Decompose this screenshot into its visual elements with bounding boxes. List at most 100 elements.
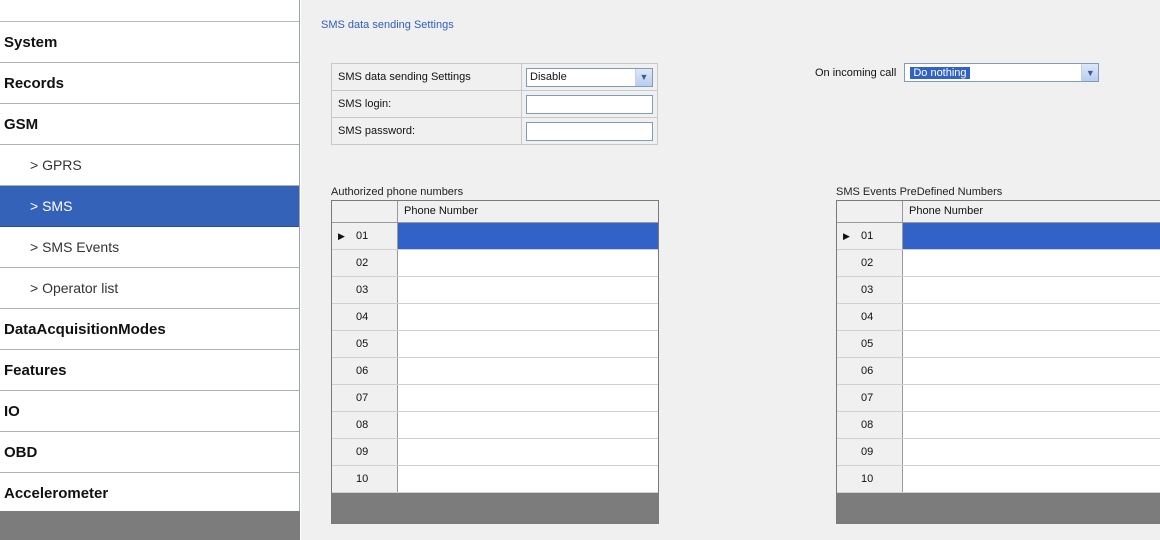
phone-number-cell[interactable] <box>903 331 1160 357</box>
row-header[interactable]: ▶ 01 <box>837 223 903 249</box>
row-header[interactable]: 07 <box>837 385 903 411</box>
table-row[interactable]: 03 <box>332 277 658 304</box>
row-header[interactable]: 06 <box>332 358 398 384</box>
phone-number-cell[interactable] <box>903 223 1160 249</box>
phone-number-cell[interactable] <box>398 277 658 303</box>
phone-number-cell[interactable] <box>903 412 1160 438</box>
phone-number-cell[interactable] <box>903 439 1160 465</box>
authorized-grid-title: Authorized phone numbers <box>331 186 464 198</box>
row-header[interactable]: 03 <box>837 277 903 303</box>
incoming-call-group: On incoming call Do nothing ▼ <box>815 63 1100 82</box>
row-header[interactable]: 09 <box>332 439 398 465</box>
sms-login-input[interactable] <box>526 94 653 114</box>
authorized-numbers-grid[interactable]: Phone Number ▶ 01 02 03 04 05 06 07 08 09 10 <box>331 200 659 524</box>
phone-number-cell[interactable] <box>903 358 1160 384</box>
sidebar-footer <box>0 511 300 540</box>
row-header[interactable]: 06 <box>837 358 903 384</box>
row-header[interactable]: 03 <box>332 277 398 303</box>
row-header[interactable]: 04 <box>332 304 398 330</box>
row-header[interactable]: 08 <box>332 412 398 438</box>
phone-number-cell[interactable] <box>903 466 1160 492</box>
predefined-numbers-grid[interactable]: Phone Number ▶ 01 02 03 04 05 06 07 08 09 10 <box>836 200 1160 524</box>
column-header-phone-number[interactable]: Phone Number <box>398 201 658 222</box>
row-number: 09 <box>861 446 874 458</box>
table-row[interactable]: 06 <box>332 358 658 385</box>
table-row[interactable]: 07 <box>332 385 658 412</box>
table-row[interactable]: 08 <box>837 412 1160 439</box>
phone-number-cell[interactable] <box>398 466 658 492</box>
sidebar-item-records[interactable]: Records <box>0 63 299 104</box>
sidebar-item-gsm[interactable]: GSM <box>0 104 299 145</box>
sidebar-item-data-acquisition-modes[interactable]: DataAcquisitionModes <box>0 309 299 350</box>
phone-number-cell[interactable] <box>398 412 658 438</box>
row-header[interactable]: ▶ 01 <box>332 223 398 249</box>
sidebar-item-gprs[interactable]: > GPRS <box>0 145 299 186</box>
table-row[interactable]: 06 <box>837 358 1160 385</box>
chevron-down-icon[interactable]: ▼ <box>635 68 652 86</box>
row-number: 07 <box>356 392 369 404</box>
chevron-down-icon[interactable]: ▼ <box>1081 64 1099 81</box>
row-header[interactable]: 04 <box>837 304 903 330</box>
phone-number-cell[interactable] <box>903 277 1160 303</box>
sidebar-item-obd[interactable]: OBD <box>0 432 299 473</box>
row-number: 05 <box>356 338 369 350</box>
sidebar-item-features[interactable]: Features <box>0 350 299 391</box>
data-sending-select[interactable]: Disable ▼ <box>526 67 653 87</box>
phone-number-cell[interactable] <box>398 385 658 411</box>
main-panel: SMS data sending Settings SMS data sendi… <box>301 0 1160 540</box>
grid-header: Phone Number <box>332 201 658 223</box>
row-header[interactable]: 08 <box>837 412 903 438</box>
sidebar-item-sms-events[interactable]: > SMS Events <box>0 227 299 268</box>
table-row[interactable]: 09 <box>332 439 658 466</box>
sidebar-item-system[interactable]: System <box>0 22 299 63</box>
sms-password-input[interactable] <box>526 121 653 141</box>
phone-number-cell[interactable] <box>398 331 658 357</box>
row-header[interactable]: 05 <box>332 331 398 357</box>
row-header[interactable]: 10 <box>332 466 398 492</box>
row-header[interactable]: 02 <box>332 250 398 276</box>
row-pointer-icon: ▶ <box>843 230 850 241</box>
table-row[interactable]: 09 <box>837 439 1160 466</box>
row-header[interactable]: 07 <box>332 385 398 411</box>
phone-number-cell[interactable] <box>398 250 658 276</box>
table-row[interactable]: 03 <box>837 277 1160 304</box>
table-row[interactable]: 05 <box>837 331 1160 358</box>
sidebar-item-accelerometer[interactable]: Accelerometer <box>0 473 299 514</box>
phone-number-cell[interactable] <box>903 250 1160 276</box>
phone-number-cell[interactable] <box>398 304 658 330</box>
row-header[interactable]: 09 <box>837 439 903 465</box>
grid-footer <box>837 493 1160 523</box>
data-sending-value: Disable <box>530 71 567 83</box>
incoming-call-value: Do nothing <box>910 66 970 79</box>
phone-number-cell[interactable] <box>903 385 1160 411</box>
sidebar-item-sms[interactable]: > SMS <box>0 186 299 227</box>
row-header[interactable]: 05 <box>837 331 903 357</box>
table-row[interactable]: 10 <box>332 466 658 493</box>
row-number: 03 <box>861 284 874 296</box>
login-label: SMS login: <box>331 90 522 118</box>
phone-number-cell[interactable] <box>398 439 658 465</box>
sidebar-item-operator-list[interactable]: > Operator list <box>0 268 299 309</box>
table-row[interactable]: 07 <box>837 385 1160 412</box>
password-label: SMS password: <box>331 117 522 145</box>
incoming-call-select[interactable]: Do nothing ▼ <box>904 63 1100 82</box>
column-header-phone-number[interactable]: Phone Number <box>903 201 1160 222</box>
table-row[interactable]: 10 <box>837 466 1160 493</box>
table-row[interactable]: 08 <box>332 412 658 439</box>
phone-number-cell[interactable] <box>398 358 658 384</box>
table-row[interactable]: 04 <box>837 304 1160 331</box>
row-header[interactable]: 10 <box>837 466 903 492</box>
sidebar-item-io[interactable]: IO <box>0 391 299 432</box>
phone-number-cell[interactable] <box>903 304 1160 330</box>
table-row[interactable]: 02 <box>837 250 1160 277</box>
predefined-grid-title: SMS Events PreDefined Numbers <box>836 186 1003 198</box>
row-number: 04 <box>861 311 874 323</box>
table-row[interactable]: ▶ 01 <box>332 223 658 250</box>
table-row[interactable]: 04 <box>332 304 658 331</box>
row-header[interactable]: 02 <box>837 250 903 276</box>
table-row[interactable]: 02 <box>332 250 658 277</box>
table-row[interactable]: 05 <box>332 331 658 358</box>
table-row[interactable]: ▶ 01 <box>837 223 1160 250</box>
sidebar: System Records GSM > GPRS > SMS > SMS Ev… <box>0 0 300 540</box>
phone-number-cell[interactable] <box>398 223 658 249</box>
